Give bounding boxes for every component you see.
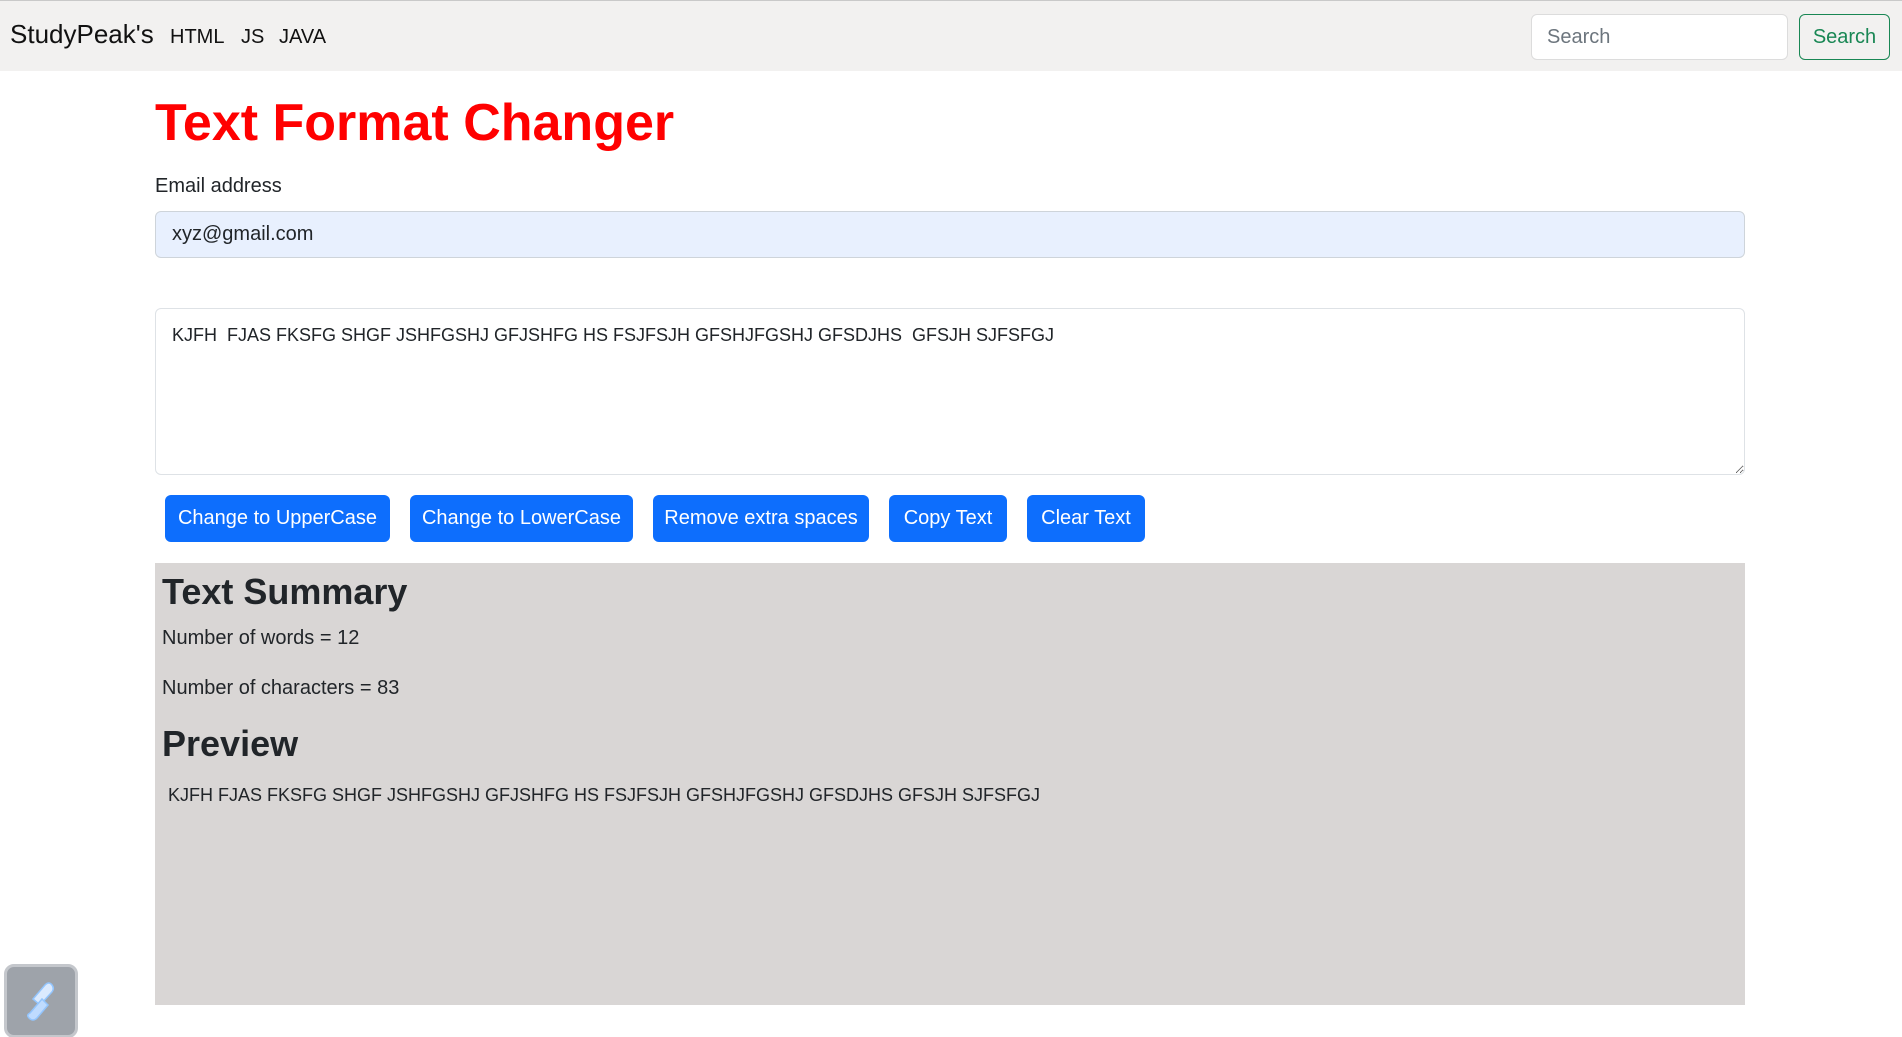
summary-title: Text Summary — [162, 571, 408, 612]
word-count: Number of words = 12 — [162, 627, 360, 649]
search-button[interactable]: Search — [1799, 14, 1890, 60]
app-launcher-icon — [26, 982, 55, 1021]
nav-link-js[interactable]: JS — [241, 26, 264, 49]
navbar: StudyPeak's HTML JS JAVA Search — [0, 0, 1902, 71]
clear-text-button[interactable]: Clear Text — [1027, 495, 1145, 542]
app-launcher-button[interactable] — [4, 964, 78, 1037]
character-count: Number of characters = 83 — [162, 677, 400, 699]
text-input-area[interactable]: KJFH FJAS FKSFG SHGF JSHFGSHJ GFJSHFG HS… — [155, 308, 1745, 475]
page-title: Text Format Changer — [155, 94, 675, 152]
search-input[interactable] — [1531, 14, 1788, 60]
remove-spaces-button[interactable]: Remove extra spaces — [653, 495, 869, 542]
brand-logo[interactable]: StudyPeak's — [10, 19, 154, 50]
preview-title: Preview — [162, 723, 299, 764]
preview-text: KJFH FJAS FKSFG SHGF JSHFGSHJ GFJSHFG HS… — [168, 785, 1041, 805]
nav-link-html[interactable]: HTML — [170, 26, 224, 49]
summary-panel: Text Summary Number of words = 12 Number… — [155, 563, 1745, 1005]
lowercase-button[interactable]: Change to LowerCase — [410, 495, 633, 542]
uppercase-button[interactable]: Change to UpperCase — [165, 495, 390, 542]
email-label: Email address — [155, 175, 282, 197]
copy-text-button[interactable]: Copy Text — [889, 495, 1007, 542]
email-field[interactable] — [155, 211, 1745, 258]
nav-link-java[interactable]: JAVA — [279, 26, 326, 49]
